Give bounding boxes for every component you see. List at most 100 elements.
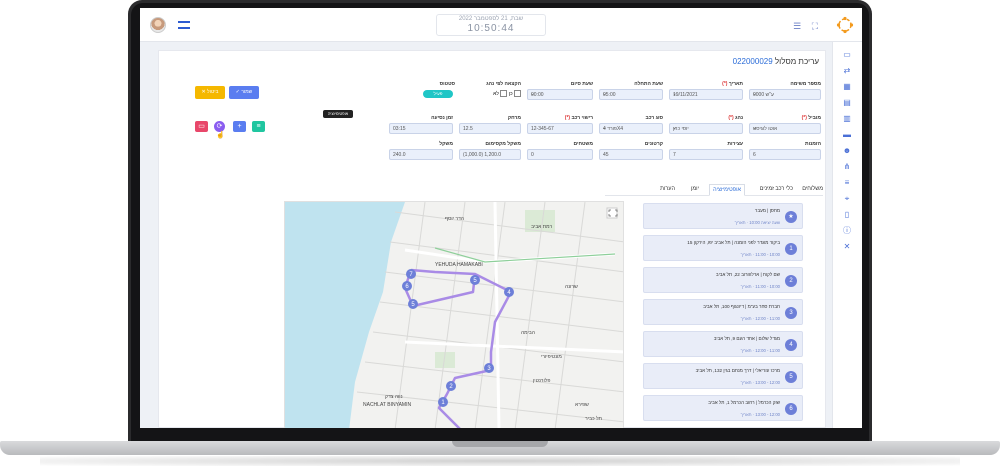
stop-meta: 12:00 - 13:00 · תאריך [740, 412, 780, 417]
sidebar-warehouse-icon[interactable]: ▥ [842, 114, 852, 124]
field-driver-allocation: הקצאה לפי נהג כן לא [486, 81, 521, 97]
fullscreen-icon[interactable]: ⛶ [812, 21, 818, 31]
tabs-bar: משלוחים כלי רכב זמינים אופטימיזציה יומן … [605, 184, 823, 196]
date-input[interactable]: 19/11/2021 [669, 89, 743, 100]
field-travel-time: זמן נסיעה 03:15 [389, 115, 453, 139]
field-orders: הזמנות 6 [749, 141, 821, 165]
status-toggle[interactable]: פעיל [423, 90, 453, 98]
sidebar-calendar-icon[interactable]: ▦ [842, 82, 852, 92]
laptop-mockup: שבת, 21 לספטמבר 2022 10:50:44 ☰ ⛶ ▭ ⇄ ▦ … [0, 0, 1000, 476]
stop-number: 6 [785, 403, 797, 415]
field-stops: עצירות 7 [669, 141, 743, 165]
field-task-number: מספר משימה ע"ש 0000 [749, 81, 821, 105]
sidebar-tools-icon[interactable]: ✕ [842, 242, 852, 252]
yes-checkbox[interactable] [500, 90, 508, 97]
map-label-yehuda: YEHUDA HAMAKABI [435, 262, 483, 268]
stop-number: 1 [785, 243, 797, 255]
task-number-select[interactable]: ע"ש 0000 [749, 89, 821, 100]
sidebar-location-icon[interactable]: ⌖ [842, 194, 852, 204]
app-screen: שבת, 21 לספטמבר 2022 10:50:44 ☰ ⛶ ▭ ⇄ ▦ … [140, 8, 862, 428]
distance-input[interactable]: 12.5 [459, 123, 521, 134]
tab-log[interactable]: יומן [691, 186, 699, 192]
no-label: לא [493, 90, 499, 97]
vehicle-type-select[interactable]: פורד 4X4 [599, 123, 663, 134]
stop-meta: 10:00 - 11:00 · תאריך [740, 284, 780, 289]
field-distance: מרחק 12.5 [459, 115, 521, 139]
stop-meta: 11:00 - 12:00 · תאריך [740, 348, 780, 353]
sidebar-network-icon[interactable]: ⋔ [842, 162, 852, 172]
max-weight-value: (1,000.0) 1,200.0 [459, 149, 521, 160]
map-label-tel-kabir: תל כביר [585, 416, 602, 422]
stop-address: מגדל שלום | אחד העם 9, תל אביב [713, 336, 780, 341]
pallets-value: 0 [527, 149, 593, 160]
sidebar-book-icon[interactable]: ▯ [842, 210, 852, 220]
driver-select[interactable]: יוסי כהן [669, 123, 743, 134]
route-edit-panel: עריכת מסלול 022000029 מספר משימה ע"ש 000… [158, 50, 826, 428]
tab-available-vehicles[interactable]: כלי רכב זמינים [760, 186, 793, 192]
map-label-sarona: שרונה [565, 284, 578, 290]
sidebar-routes-icon[interactable]: ⇄ [842, 66, 852, 76]
stop-card-2[interactable]: שם לקוח | ארלוזורוב 22, תל אביב 10:00 - … [643, 267, 803, 293]
field-date: תאריך (*) 19/11/2021 [669, 81, 743, 105]
stop-card-4[interactable]: מגדל שלום | אחד העם 9, תל אביב 11:00 - 1… [643, 331, 803, 357]
map-label-nachlat: NACHLAT BINYAMIN [363, 402, 412, 408]
stop-card-1[interactable]: ביקור מוגדר לפני הזמנה | תל אביב יפו, הי… [643, 235, 803, 261]
sidebar-dashboard-icon[interactable]: ▭ [842, 50, 852, 60]
tab-deliveries[interactable]: משלוחים [802, 186, 823, 192]
map-label-ramat: רמת אביב [531, 224, 553, 230]
field-start-time: שעת התחלה 05:00 [599, 81, 663, 105]
start-time-select[interactable]: 05:00 [599, 89, 663, 100]
language-flag-icon[interactable] [178, 21, 190, 29]
weight-value: 240.0 [389, 149, 453, 160]
clock-date: שבת, 21 לספטמבר 2022 [458, 16, 524, 22]
map-label-florentin: פלורנטין [533, 378, 551, 384]
field-vehicle-license: רישוי רכב (*) 12-345-67 [527, 115, 593, 139]
clock-time: 10:50:44 [467, 23, 515, 34]
stop-number: ★ [785, 211, 797, 223]
no-checkbox[interactable] [514, 90, 521, 97]
stop-card-depot[interactable]: מחסן | מעבר שעה יציאה 10:00 · תאריך ★ [643, 203, 803, 229]
laptop-notch [452, 441, 548, 447]
stop-address: חברת סחר בע"מ | דיזנגוף 100, תל אביב [703, 304, 780, 309]
app-logo-icon [836, 16, 854, 34]
field-pallets: משטחים 0 [527, 141, 593, 165]
optimize-tooltip: אופטימיזציה [323, 110, 353, 118]
stop-card-3[interactable]: חברת סחר בע"מ | דיזנגוף 100, תל אביב 11:… [643, 299, 803, 325]
sidebar-list-icon[interactable]: ≡ [842, 178, 852, 188]
sidebar-info-icon[interactable]: ⓘ [842, 226, 852, 236]
order-id: 022000029 [732, 57, 773, 66]
field-end-time: שעת סיום 00:00 [527, 81, 593, 105]
field-weight: משקל 240.0 [389, 141, 453, 165]
orders-value: 6 [749, 149, 821, 160]
add-stop-button[interactable]: + [233, 121, 246, 132]
field-cartons: קרטונים 45 [599, 141, 663, 165]
sidebar-reports-icon[interactable]: ▤ [842, 98, 852, 108]
tab-optimization[interactable]: אופטימיזציה [709, 184, 745, 196]
stop-card-6[interactable]: שוק הכרמל | רחוב הכרמל 1, תל אביב 12:00 … [643, 395, 803, 421]
travel-time-input[interactable]: 03:15 [389, 123, 453, 134]
stop-card-5[interactable]: מרכז עזריאלי | דרך מנחם בגין 132, תל אבי… [643, 363, 803, 389]
stop-meta: 12:00 - 13:00 · תאריך [740, 380, 780, 385]
sidebar-users-icon[interactable]: ☻ [842, 146, 852, 156]
menu-icon[interactable]: ☰ [793, 21, 801, 31]
sidebar-truck-icon[interactable]: ▬ [842, 130, 852, 140]
sidebar: ▭ ⇄ ▦ ▤ ▥ ▬ ☻ ⋔ ≡ ⌖ ▯ ⓘ ✕ [832, 42, 862, 428]
vehicle-license-input[interactable]: 12-345-67 [527, 123, 593, 134]
carrier-select[interactable]: אוטו לוגיסט [749, 123, 821, 134]
stop-number: 3 [785, 307, 797, 319]
laptop-shadow [40, 456, 960, 466]
end-time-select[interactable]: 00:00 [527, 89, 593, 100]
save-button[interactable]: ✓ שמור [229, 86, 259, 99]
user-avatar[interactable] [150, 17, 166, 33]
map-canvas: 7 6 5 5 4 3 2 1 [285, 202, 623, 428]
route-map[interactable]: 7 6 5 5 4 3 2 1 YEHUDA HAMAKABI NACHLAT … [284, 201, 624, 428]
cancel-button[interactable]: ✕ ביטול [195, 86, 225, 99]
field-carrier: מוביל (*) אוטו לוגיסט [749, 115, 821, 139]
field-driver: נהג (*) יוסי כהן [669, 115, 743, 139]
page-title: עריכת מסלול 022000029 [732, 57, 819, 66]
list-view-button[interactable]: ≡ [252, 121, 265, 132]
tab-notes[interactable]: הערות [660, 186, 675, 192]
delete-route-button[interactable]: ▭ [195, 121, 208, 132]
stop-number: 2 [785, 275, 797, 287]
stop-address: מרכז עזריאלי | דרך מנחם בגין 132, תל אבי… [695, 368, 780, 373]
